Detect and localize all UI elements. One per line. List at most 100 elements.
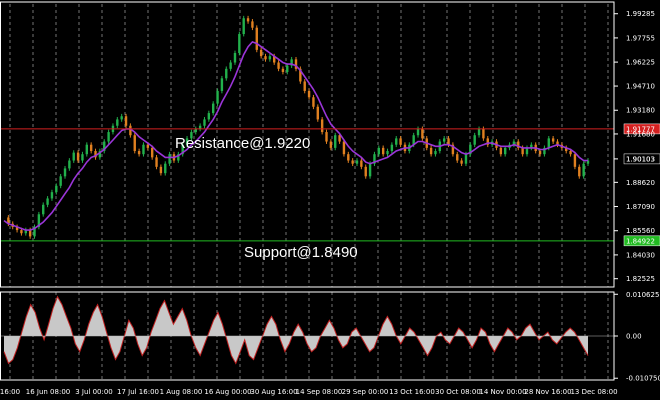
osc-tick-label: 0.00: [626, 333, 642, 341]
candle-body: [538, 151, 542, 155]
price-tick-label: 1.91680: [626, 130, 655, 138]
candle-body: [155, 157, 158, 167]
x-tick-label: 29 Sep 00:00: [342, 388, 389, 396]
candle-body: [360, 160, 363, 167]
candle-body: [473, 135, 476, 145]
candle-body: [347, 154, 350, 161]
x-tick-label: 3 Jul 00:00: [75, 388, 113, 396]
candle-body: [89, 144, 93, 152]
candle-body: [460, 160, 463, 164]
candle-body: [220, 78, 224, 91]
candle-body: [499, 147, 503, 155]
candle-body: [238, 34, 241, 54]
resistance-label: Resistance@1.9220: [175, 135, 310, 152]
candle-body: [50, 192, 54, 199]
price-tick-label: 1.88620: [626, 179, 655, 187]
candle-body: [464, 154, 468, 164]
price-tick-label: 1.85560: [626, 227, 655, 235]
price-tick-label: 1.97755: [626, 34, 655, 42]
candle-body: [76, 152, 80, 161]
candle-body: [429, 147, 433, 155]
candle-body: [364, 166, 367, 177]
candle-body: [107, 132, 110, 142]
candle-body: [329, 141, 333, 148]
candle-body: [334, 135, 337, 148]
candle-body: [377, 147, 381, 155]
x-tick-label: 30 Aug 16:00: [250, 388, 297, 396]
x-tick-label: 17 Jul 16:00: [117, 388, 159, 396]
x-tick-label: 16:00: [0, 388, 20, 396]
candle-body: [342, 141, 346, 155]
candle-body: [582, 163, 585, 177]
candle-body: [264, 56, 267, 60]
candle-body: [120, 116, 123, 120]
candle-body: [146, 144, 150, 148]
candle-body: [312, 97, 315, 107]
candle-body: [434, 151, 437, 155]
candle-body: [482, 128, 485, 139]
candle-body: [85, 144, 89, 155]
candle-body: [150, 147, 154, 158]
candle-body: [63, 168, 67, 177]
candle-body: [303, 81, 306, 91]
candle-body: [168, 154, 171, 164]
candle-body: [578, 166, 581, 177]
candle-body: [316, 106, 319, 120]
price-tick-label: 1.90103: [626, 155, 655, 163]
price-tick-label: 1.93180: [626, 107, 655, 115]
candle-body: [211, 103, 215, 114]
oscillator-fill: [4, 296, 588, 364]
x-tick-label: 1 Aug 08:00: [160, 388, 203, 396]
candle-body: [368, 163, 372, 177]
candle-body: [381, 147, 385, 155]
candle-body: [246, 18, 250, 22]
candle-body: [242, 18, 245, 35]
candle-body: [42, 204, 45, 215]
candle-body: [124, 116, 128, 126]
candle-body: [225, 68, 228, 79]
candle-body: [133, 135, 136, 152]
price-tick-label: 1.84030: [626, 251, 655, 259]
candle-body: [503, 147, 507, 155]
candle-body: [137, 151, 141, 155]
price-tick-label: 1.94710: [626, 83, 655, 91]
candle-body: [525, 147, 529, 155]
x-tick-label: 14 Sep 08:00: [296, 388, 343, 396]
candle-body: [351, 160, 354, 164]
candle-body: [142, 144, 145, 155]
candle-body: [477, 128, 481, 136]
candle-body: [28, 230, 32, 237]
candle-body: [207, 113, 211, 120]
candle-body: [355, 160, 359, 164]
x-tick-label: 13 Oct 16:00: [389, 388, 435, 396]
candle-body: [20, 230, 23, 234]
candle-body: [547, 138, 550, 148]
support-label: Support@1.8490: [244, 244, 358, 261]
candle-body: [281, 68, 285, 72]
candle-body: [164, 163, 167, 174]
candle-body: [55, 185, 58, 193]
candle-body: [307, 90, 311, 98]
candle-body: [447, 138, 450, 145]
price-tick-label: 1.82525: [626, 275, 655, 283]
x-tick-label: 30 Oct 08:00: [435, 388, 481, 396]
candle-body: [442, 138, 446, 142]
candle-body: [421, 128, 424, 139]
candle-body: [521, 147, 524, 155]
candle-body: [390, 144, 394, 152]
candle-body: [233, 53, 237, 63]
candle-body: [386, 151, 389, 155]
support-tag-text: 1.84922: [626, 237, 655, 245]
candle-body: [72, 152, 75, 161]
candle-body: [116, 119, 119, 126]
candle-body: [395, 138, 398, 145]
candle-body: [416, 128, 420, 136]
candle-body: [573, 154, 577, 167]
price-tick-label: 1.99285: [626, 10, 655, 18]
candle-layer: [7, 15, 590, 239]
candle-body: [320, 119, 324, 133]
candle-body: [216, 90, 219, 104]
oscillator-layer: [0, 295, 614, 365]
x-tick-label: 28 Nov 16:00: [524, 388, 571, 396]
candle-body: [456, 154, 459, 161]
